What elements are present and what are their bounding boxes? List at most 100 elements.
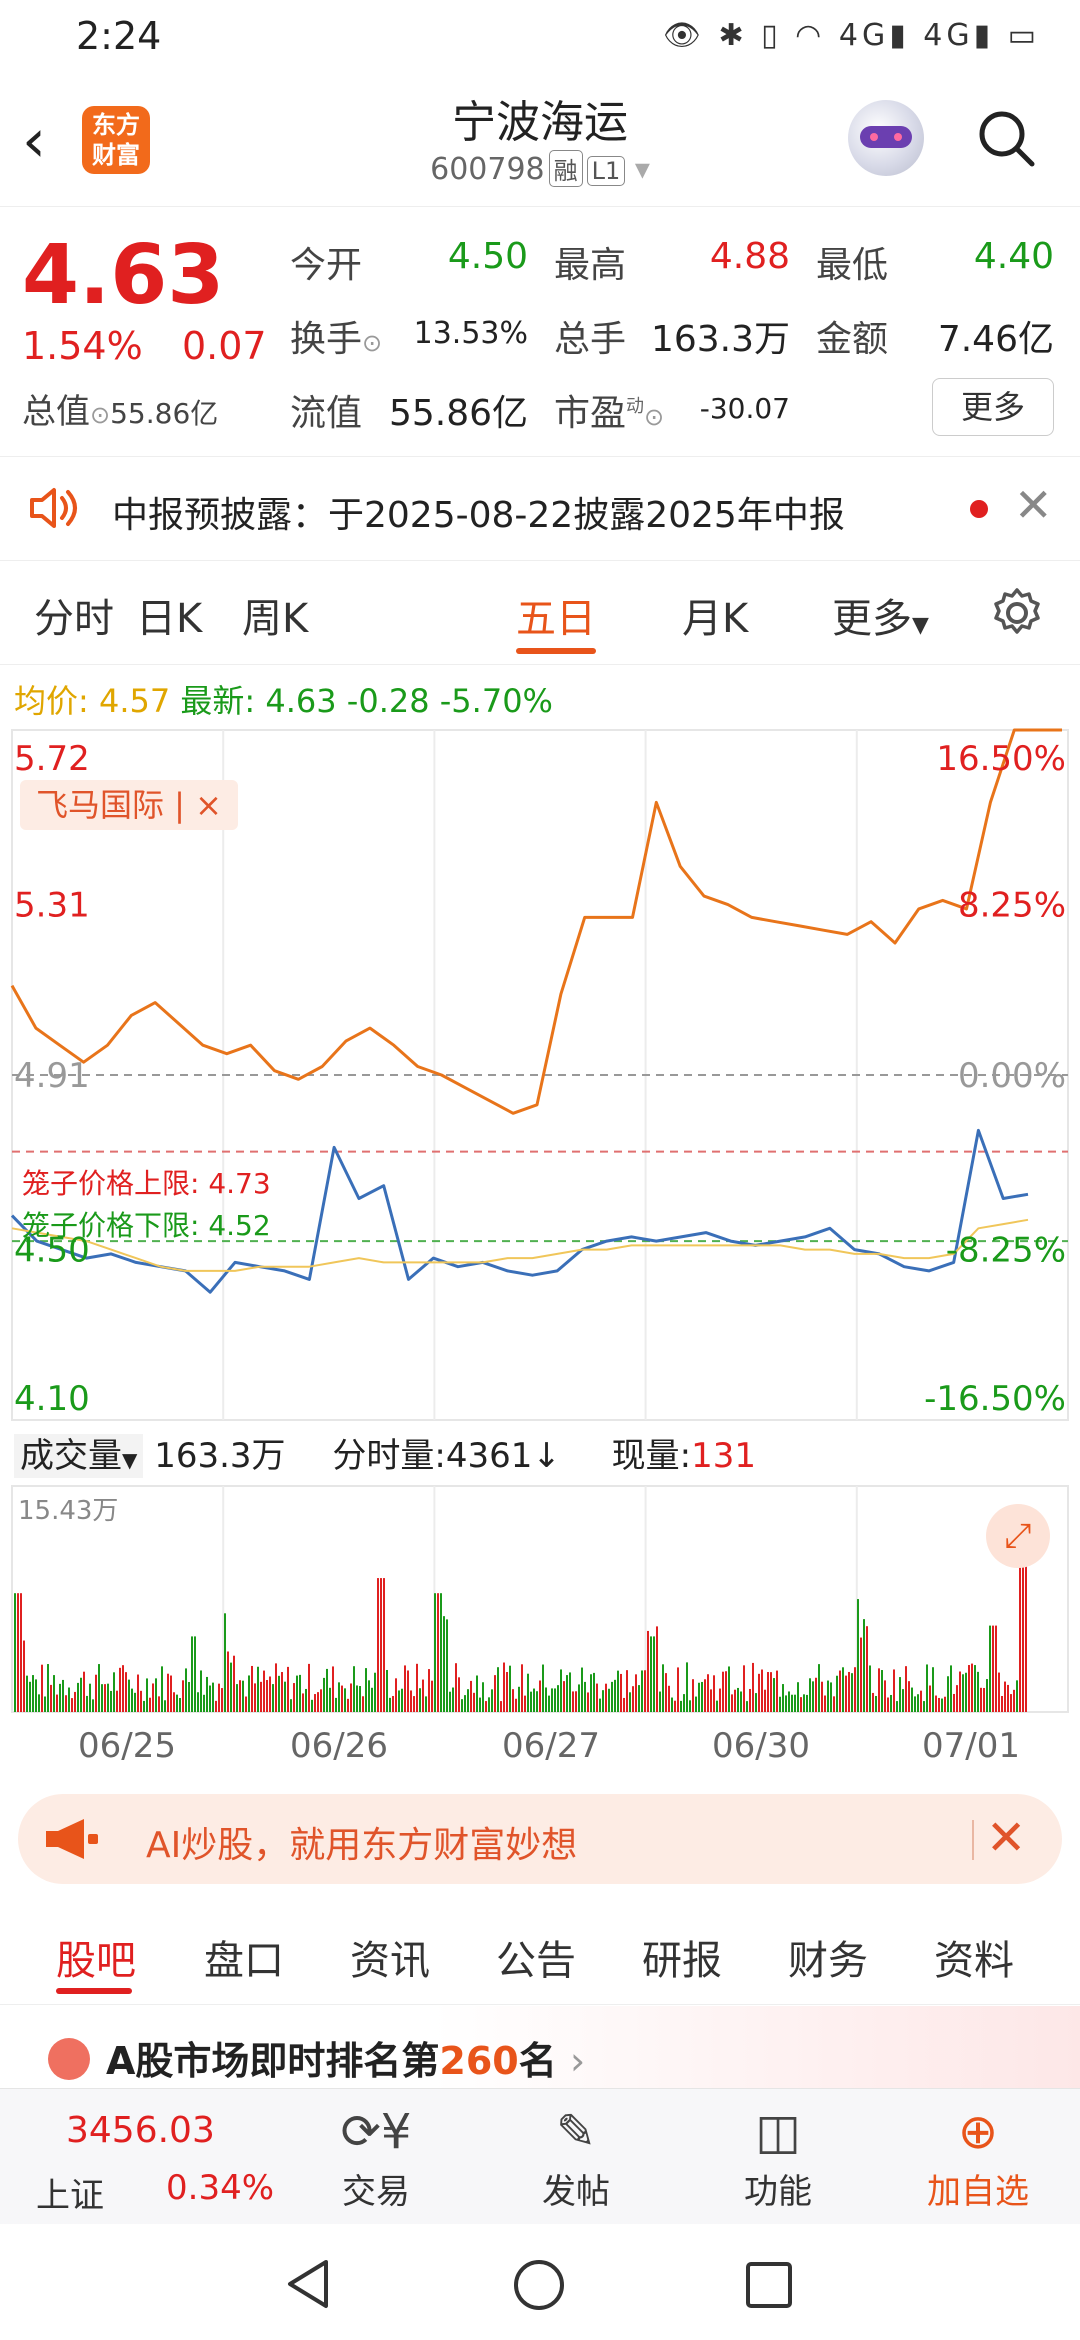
volume-bar bbox=[335, 1697, 337, 1712]
y-axis-left-label: 4.10 bbox=[14, 1379, 90, 1419]
volume-bar bbox=[743, 1665, 745, 1712]
recents-square-icon[interactable] bbox=[744, 2260, 794, 2310]
volume-bar bbox=[44, 1696, 46, 1712]
avg-info-line: 均价: 4.57 最新: 4.63 -0.28 -5.70% bbox=[14, 676, 553, 722]
gear-icon[interactable] bbox=[990, 586, 1044, 644]
total-value-label: 总值 bbox=[22, 392, 90, 432]
volume-bar bbox=[68, 1687, 70, 1712]
tab-announcement[interactable]: 公告 bbox=[496, 1928, 576, 1986]
volume-bar bbox=[821, 1681, 823, 1712]
volume-bar bbox=[395, 1678, 397, 1712]
rank-text[interactable]: A股市场即时排名第260名 › bbox=[106, 2030, 585, 2085]
current-price: 4.63 bbox=[22, 228, 225, 323]
volume-bar bbox=[740, 1691, 742, 1712]
ai-banner-text: AI炒股，就用东方财富妙想 bbox=[146, 1825, 578, 1866]
compare-badge[interactable]: 飞马国际 | × bbox=[20, 780, 238, 830]
volume-bar bbox=[845, 1675, 847, 1712]
tab-weekly-k[interactable]: 周K bbox=[242, 586, 308, 644]
volume-bar bbox=[257, 1666, 259, 1712]
arrow-down-icon: ↓ bbox=[532, 1436, 561, 1476]
tab-finance[interactable]: 财务 bbox=[788, 1928, 868, 1986]
tab-news[interactable]: 资讯 bbox=[350, 1928, 430, 1986]
volume-bar bbox=[809, 1678, 811, 1712]
y-axis-right-label: 8.25% bbox=[958, 886, 1066, 926]
volume-bar bbox=[50, 1684, 52, 1712]
volume-bar bbox=[1004, 1681, 1006, 1712]
ai-banner[interactable]: AI炒股，就用东方财富妙想 ✕ bbox=[18, 1794, 1062, 1884]
volume-value: 163.3万 bbox=[650, 319, 790, 360]
volume-chart[interactable] bbox=[0, 1484, 1080, 1714]
volume-bar bbox=[263, 1670, 265, 1712]
tab-more[interactable]: 更多▼ bbox=[832, 586, 929, 644]
turnover-label: 换手⊙ bbox=[290, 310, 382, 362]
volume-bar bbox=[245, 1696, 247, 1712]
speaker-icon bbox=[28, 484, 80, 536]
latest-change-pct: -5.70% bbox=[439, 682, 553, 720]
low-value: 4.40 bbox=[973, 236, 1054, 277]
turnover-label-text: 换手 bbox=[290, 319, 363, 360]
nav-functions[interactable]: ◫ 功能 bbox=[698, 2100, 858, 2213]
home-circle-icon[interactable] bbox=[512, 2258, 566, 2312]
tab-daily-k[interactable]: 日K bbox=[136, 586, 202, 644]
volume-bar bbox=[437, 1593, 439, 1712]
close-icon[interactable]: ✕ bbox=[1014, 478, 1053, 532]
high-value: 4.88 bbox=[709, 236, 790, 277]
index-name[interactable]: 上证 bbox=[36, 2168, 104, 2217]
volume-bar bbox=[659, 1691, 661, 1712]
assistant-avatar[interactable] bbox=[848, 100, 924, 176]
volume-bar bbox=[842, 1667, 844, 1712]
tab-fenshi[interactable]: 分时 bbox=[34, 586, 114, 644]
volume-bar bbox=[359, 1686, 361, 1712]
tab-research[interactable]: 研报 bbox=[642, 1928, 722, 1986]
volume-bar bbox=[920, 1690, 922, 1712]
nav-trade[interactable]: ⟳¥ 交易 bbox=[296, 2100, 456, 2213]
index-pct[interactable]: 0.34% bbox=[166, 2168, 274, 2208]
volume-bar bbox=[161, 1666, 163, 1712]
volume-bar bbox=[848, 1671, 850, 1712]
expand-icon[interactable]: ⤢ bbox=[986, 1504, 1050, 1568]
back-triangle-icon[interactable] bbox=[282, 2258, 334, 2310]
nav-post[interactable]: ✎ 发帖 bbox=[496, 2100, 656, 2213]
tab-pankou[interactable]: 盘口 bbox=[204, 1928, 284, 1986]
volume-bar bbox=[272, 1684, 274, 1712]
volume-bar bbox=[26, 1675, 28, 1712]
volume-bar bbox=[89, 1683, 91, 1712]
tab-guba[interactable]: 股吧 bbox=[56, 1928, 136, 1986]
nav-label: 交易 bbox=[342, 2172, 410, 2212]
volume-bar bbox=[872, 1692, 874, 1712]
volume-bar bbox=[191, 1636, 193, 1712]
volume-bar bbox=[584, 1681, 586, 1712]
volume-bar bbox=[212, 1682, 214, 1712]
close-icon[interactable]: ✕ bbox=[986, 1810, 1026, 1866]
volume-bar bbox=[689, 1700, 691, 1712]
volume-bar bbox=[557, 1685, 559, 1712]
volume-bar bbox=[998, 1672, 1000, 1712]
search-icon[interactable] bbox=[974, 106, 1038, 170]
volume-selector[interactable]: 成交量▼ bbox=[14, 1434, 144, 1478]
volume-bar bbox=[224, 1613, 226, 1712]
tab-profile[interactable]: 资料 bbox=[934, 1928, 1014, 1986]
volume-bar bbox=[626, 1670, 628, 1712]
volume-bar bbox=[362, 1696, 364, 1712]
y-axis-left-label: 4.91 bbox=[14, 1056, 90, 1096]
volume-bar bbox=[638, 1685, 640, 1712]
volume-bar bbox=[71, 1698, 73, 1712]
volume-bar bbox=[410, 1690, 412, 1712]
volume-bar bbox=[86, 1695, 88, 1712]
stock-header: ‹ 东方财富 宁波海运 600798 融 L1 ▾ bbox=[0, 72, 1080, 207]
volume-bar bbox=[1013, 1689, 1015, 1712]
more-button[interactable]: 更多 bbox=[932, 378, 1054, 436]
volume-bar bbox=[104, 1684, 106, 1712]
nav-add-watchlist[interactable]: ⊕ 加自选 bbox=[898, 2100, 1058, 2213]
tab-five-day[interactable]: 五日 bbox=[516, 586, 596, 644]
level-tag: L1 bbox=[586, 156, 626, 186]
volume-bar bbox=[419, 1688, 421, 1712]
volume-bar bbox=[806, 1694, 808, 1712]
notice-bar[interactable]: 中报预披露：于2025-08-22披露2025年中报 ✕ bbox=[0, 456, 1080, 561]
volume-bar bbox=[413, 1696, 415, 1712]
volume-bar bbox=[986, 1679, 988, 1712]
volume-bar bbox=[983, 1687, 985, 1712]
tab-monthly-k[interactable]: 月K bbox=[682, 586, 748, 644]
index-value[interactable]: 3456.03 bbox=[66, 2110, 215, 2151]
volume-bar bbox=[503, 1662, 505, 1712]
